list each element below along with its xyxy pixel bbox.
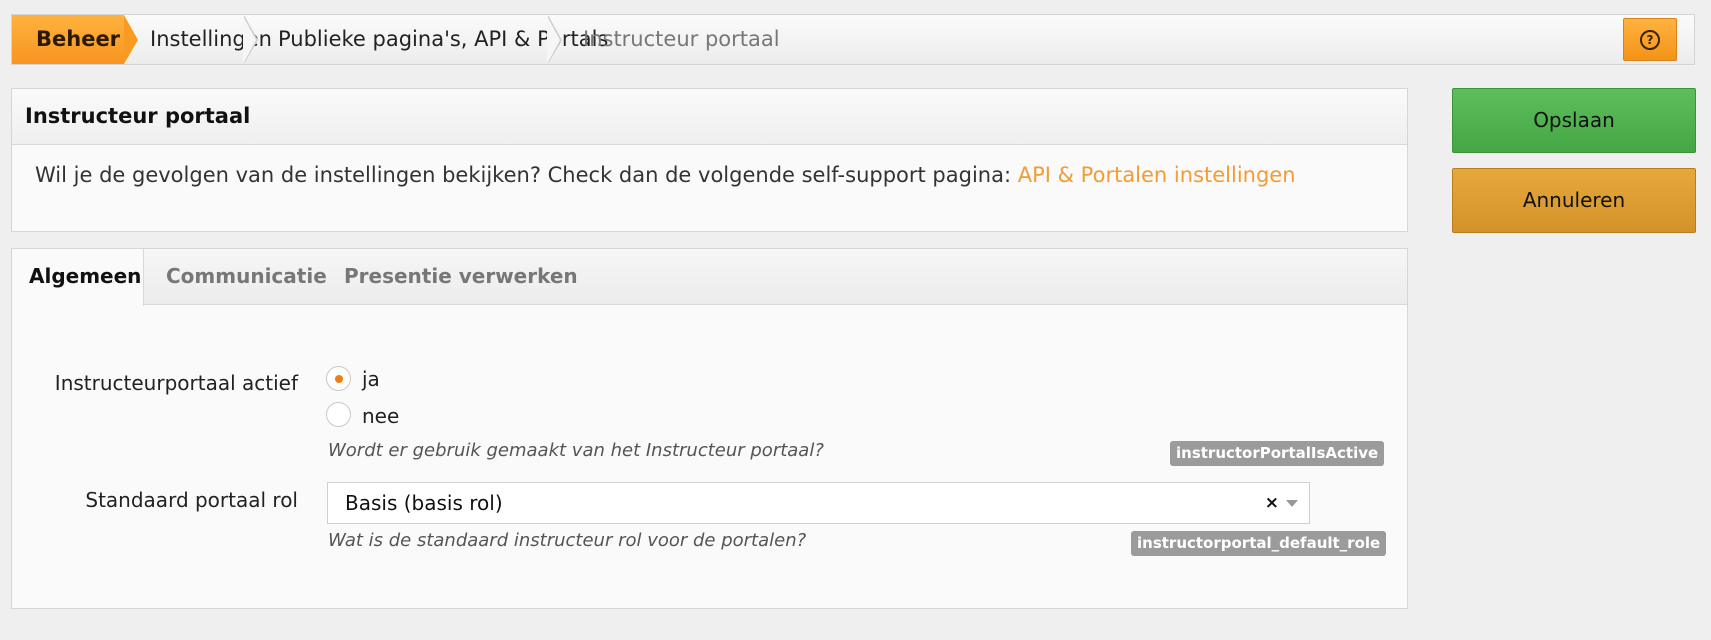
breadcrumb-separator (243, 15, 258, 64)
info-text: Wil je de gevolgen van de instellingen b… (12, 145, 1407, 187)
role-select-value: Basis (basis rol) (345, 491, 503, 515)
panel-title: Instructeur portaal (12, 89, 1407, 145)
tab-communicatie[interactable]: Communicatie (166, 249, 327, 305)
field-key-badge: instructorportal_default_role (1131, 531, 1387, 556)
active-field-label: Instructeurportaal actief (54, 371, 298, 395)
radio-ja[interactable] (326, 366, 351, 391)
cancel-button[interactable]: Annuleren (1452, 168, 1696, 233)
breadcrumb-item-beheer[interactable]: Beheer (12, 15, 138, 64)
role-field-label: Standaard portaal rol (85, 488, 298, 512)
tab-presentie-verwerken[interactable]: Presentie verwerken (344, 249, 578, 305)
radio-ja-label[interactable]: ja (362, 367, 380, 391)
save-button[interactable]: Opslaan (1452, 88, 1696, 153)
active-field-hint: Wordt er gebruik gemaakt van het Instruc… (328, 440, 824, 461)
question-circle-icon: ? (1640, 29, 1660, 50)
breadcrumb-item-current: Instructeur portaal (583, 27, 780, 51)
clear-icon[interactable]: × (1265, 483, 1279, 523)
tab-algemeen[interactable]: Algemeen (12, 249, 144, 306)
chevron-down-icon[interactable] (1286, 500, 1298, 507)
info-text-body: Wil je de gevolgen van de instellingen b… (35, 163, 1018, 187)
breadcrumb: Beheer Instellingen Publieke pagina's, A… (11, 14, 1695, 65)
role-field-hint: Wat is de standaard instructeur rol voor… (328, 530, 807, 551)
tab-bar: Algemeen Communicatie Presentie verwerke… (12, 249, 1407, 306)
support-link[interactable]: API & Portalen instellingen (1018, 163, 1296, 187)
help-button[interactable]: ? (1623, 18, 1677, 61)
info-panel: Instructeur portaal Wil je de gevolgen v… (11, 88, 1408, 232)
radio-nee-label[interactable]: nee (362, 404, 399, 428)
field-key-badge: instructorPortalIsActive (1170, 441, 1385, 466)
radio-nee[interactable] (326, 402, 351, 427)
role-select[interactable]: Basis (basis rol) × (327, 482, 1310, 524)
breadcrumb-separator (547, 15, 562, 64)
